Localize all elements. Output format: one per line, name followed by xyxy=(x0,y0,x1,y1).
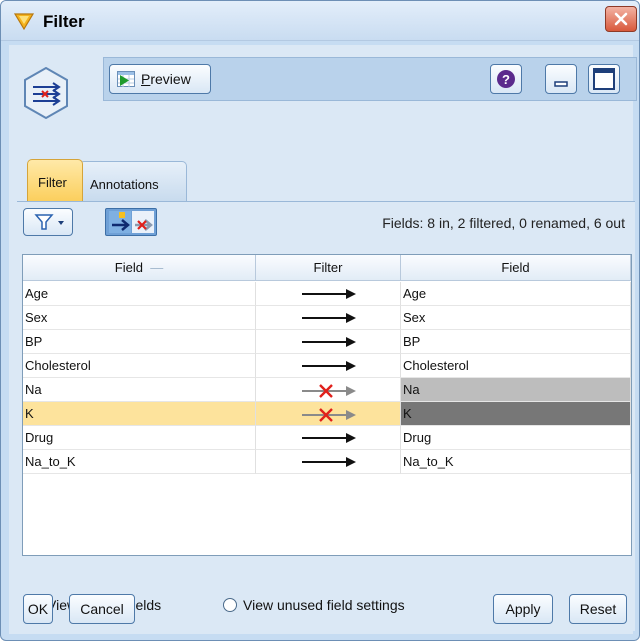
field-out-cell[interactable]: K xyxy=(401,402,631,426)
close-icon xyxy=(614,12,628,26)
table-row[interactable]: Sex Sex xyxy=(23,306,631,330)
close-button[interactable] xyxy=(605,6,637,32)
filter-toggle-cell[interactable] xyxy=(256,282,401,306)
table-row[interactable]: Cholesterol Cholesterol xyxy=(23,354,631,378)
toolbar: Preview ? xyxy=(103,57,637,101)
preview-label: Preview xyxy=(141,71,191,87)
filter-toggle-cell[interactable] xyxy=(256,378,401,402)
filter-node-hexagon-icon xyxy=(24,67,68,119)
header-field-out[interactable]: Field xyxy=(401,255,631,281)
table-header: Field — Filter Field xyxy=(23,255,631,281)
cancel-button[interactable]: Cancel xyxy=(69,594,135,624)
view-unused-settings-label: View unused field settings xyxy=(243,597,405,613)
preview-button[interactable]: Preview xyxy=(109,64,211,94)
field-in-cell: K xyxy=(23,402,256,426)
pass-arrow-icon xyxy=(302,337,356,347)
header-field-in-label: Field xyxy=(114,260,143,275)
field-out-cell[interactable]: Cholesterol xyxy=(401,354,631,378)
preview-icon xyxy=(117,71,135,87)
field-in-cell: BP xyxy=(23,330,256,354)
minimize-icon xyxy=(554,81,568,87)
apply-button[interactable]: Apply xyxy=(493,594,553,624)
ok-button[interactable]: OK xyxy=(23,594,53,624)
funnel-icon xyxy=(34,214,64,230)
blocked-arrow-icon xyxy=(302,384,356,398)
filter-options-dropdown[interactable] xyxy=(23,208,73,236)
filter-toggle-cell[interactable] xyxy=(256,354,401,378)
field-in-cell: Na xyxy=(23,378,256,402)
svg-text:?: ? xyxy=(502,72,510,87)
table-row[interactable]: Na Na xyxy=(23,378,631,402)
field-in-cell: Na_to_K xyxy=(23,450,256,474)
filter-toggle-cell[interactable] xyxy=(256,402,401,426)
field-out-cell[interactable]: BP xyxy=(401,330,631,354)
header-field-in[interactable]: Field — xyxy=(23,255,256,281)
field-out-cell[interactable]: Drug xyxy=(401,426,631,450)
table-row[interactable]: Na_to_K Na_to_K xyxy=(23,450,631,474)
help-button[interactable]: ? xyxy=(490,64,522,94)
pass-arrow-icon xyxy=(302,361,356,371)
table-row[interactable]: Drug Drug xyxy=(23,426,631,450)
window-title: Filter xyxy=(43,12,85,31)
filter-toggle-cell[interactable] xyxy=(256,426,401,450)
filter-toggle-cell[interactable] xyxy=(256,450,401,474)
radio-unselected-icon xyxy=(223,598,237,612)
reset-button[interactable]: Reset xyxy=(569,594,627,624)
minimize-button[interactable] xyxy=(545,64,577,94)
dialog-body: Preview ? Annotations Filter Fields: 8 i… xyxy=(9,45,637,634)
field-in-cell: Age xyxy=(23,282,256,306)
field-out-cell[interactable]: Age xyxy=(401,282,631,306)
filter-toggle-button[interactable] xyxy=(105,208,157,236)
title-bar[interactable]: Filter xyxy=(1,1,639,41)
field-out-cell[interactable]: Sex xyxy=(401,306,631,330)
pass-arrow-icon xyxy=(302,289,356,299)
filter-toggle-cell[interactable] xyxy=(256,306,401,330)
filter-node-icon xyxy=(13,13,35,31)
field-out-cell[interactable]: Na_to_K xyxy=(401,450,631,474)
filter-dialog: Filter Preview ? Annotations Filter Fiel… xyxy=(0,0,640,641)
field-in-cell: Cholesterol xyxy=(23,354,256,378)
filter-panel: Fields: 8 in, 2 filtered, 0 renamed, 6 o… xyxy=(17,201,635,631)
header-filter[interactable]: Filter xyxy=(256,255,401,281)
field-in-cell: Drug xyxy=(23,426,256,450)
pass-arrow-icon xyxy=(302,433,356,443)
field-in-cell: Sex xyxy=(23,306,256,330)
table-row[interactable]: BP BP xyxy=(23,330,631,354)
pass-arrow-icon xyxy=(302,313,356,323)
field-out-cell[interactable]: Na xyxy=(401,378,631,402)
maximize-button[interactable] xyxy=(588,64,620,94)
table-row[interactable]: Age Age xyxy=(23,282,631,306)
blocked-arrow-icon xyxy=(302,408,356,422)
pass-arrow-icon xyxy=(302,457,356,467)
fields-table: Field — Filter Field Age Age Sex Sex BP … xyxy=(22,254,632,556)
filter-toggle-cell[interactable] xyxy=(256,330,401,354)
toggle-filter-icon xyxy=(109,211,154,233)
tab-strip: Annotations Filter xyxy=(9,155,633,201)
help-icon: ? xyxy=(497,70,515,88)
tab-annotations[interactable]: Annotations xyxy=(79,161,187,201)
table-row-selected[interactable]: K K xyxy=(23,402,631,426)
maximize-icon xyxy=(593,68,615,90)
tab-filter[interactable]: Filter xyxy=(27,159,83,201)
sort-indicator-icon: — xyxy=(146,260,164,275)
fields-summary: Fields: 8 in, 2 filtered, 0 renamed, 6 o… xyxy=(382,215,625,231)
chevron-down-icon xyxy=(58,221,64,225)
